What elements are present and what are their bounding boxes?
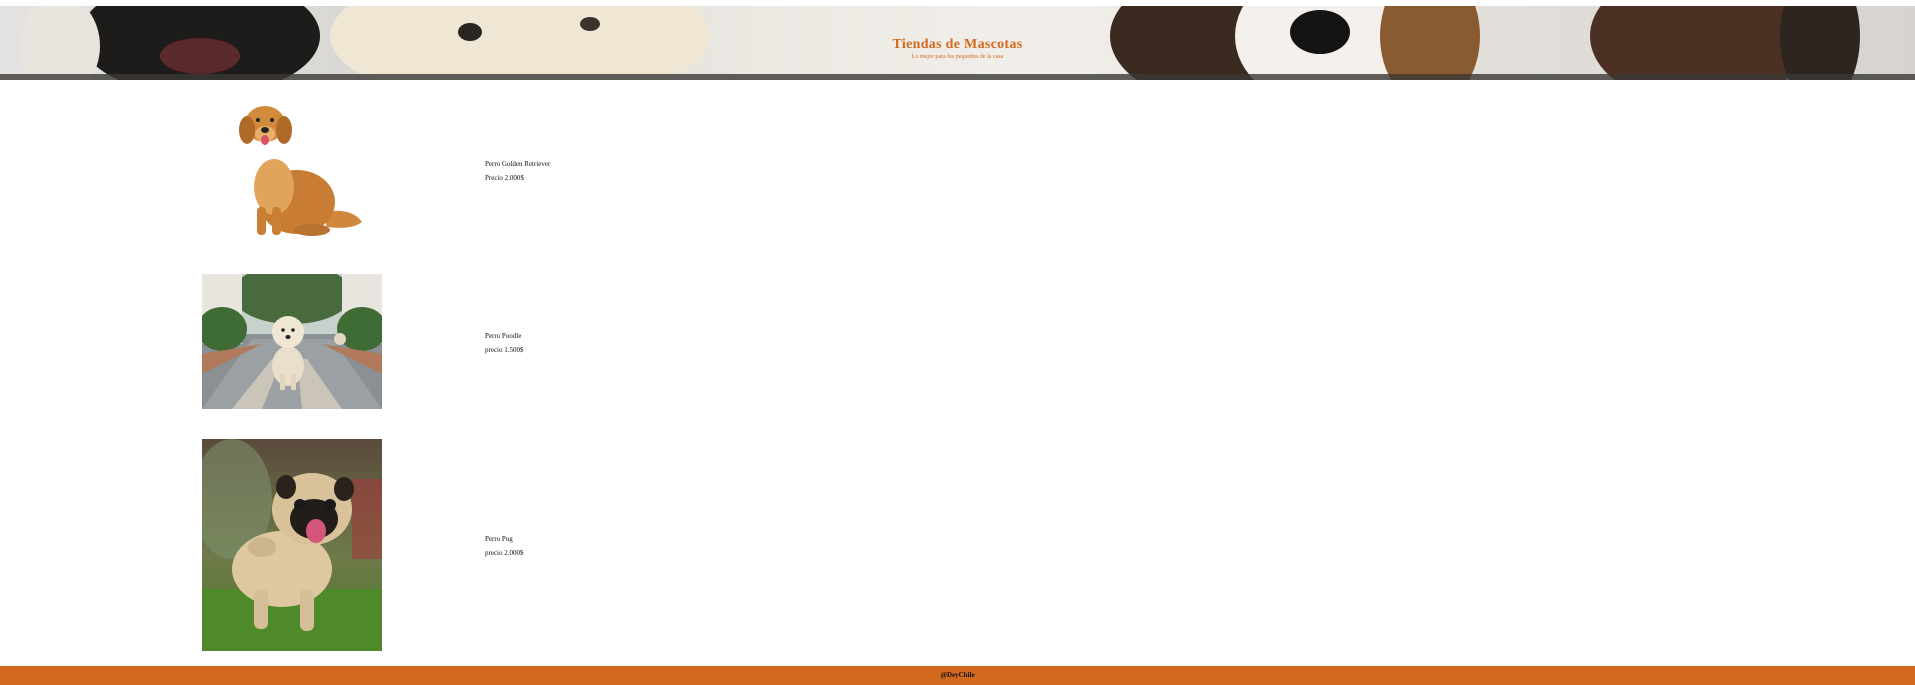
header-banner: Tiendas de Mascotas Lo mejor para los pe… <box>0 6 1915 80</box>
product-price: precio 1.500$ <box>485 346 524 354</box>
golden-retriever-info: Perro Golden Retriever Precio 2.000$ <box>485 157 550 185</box>
footer-credit: @DeyChile <box>940 671 975 679</box>
product-price: precio 2.000$ <box>485 549 524 557</box>
product-name: Perro Golden Retriever <box>485 160 551 168</box>
pug-info: Perro Pug precio 2.000$ <box>485 532 524 560</box>
page: Tiendas de Mascotas Lo mejor para los pe… <box>0 0 1915 685</box>
golden-retriever-image <box>202 102 382 240</box>
page-title: Tiendas de Mascotas <box>892 37 1023 52</box>
poodle-info: Perro Poodle precio 1.500$ <box>485 329 524 357</box>
product-price: Precio 2.000$ <box>485 174 524 182</box>
page-subtitle: Lo mejor para los pequeños de la casa <box>911 54 1004 60</box>
poodle-image <box>202 274 382 409</box>
product-name: Perro Pug <box>485 535 513 543</box>
pug-image <box>202 439 382 651</box>
product-name: Perro Poodle <box>485 332 522 340</box>
footer: @DeyChile <box>0 666 1915 685</box>
